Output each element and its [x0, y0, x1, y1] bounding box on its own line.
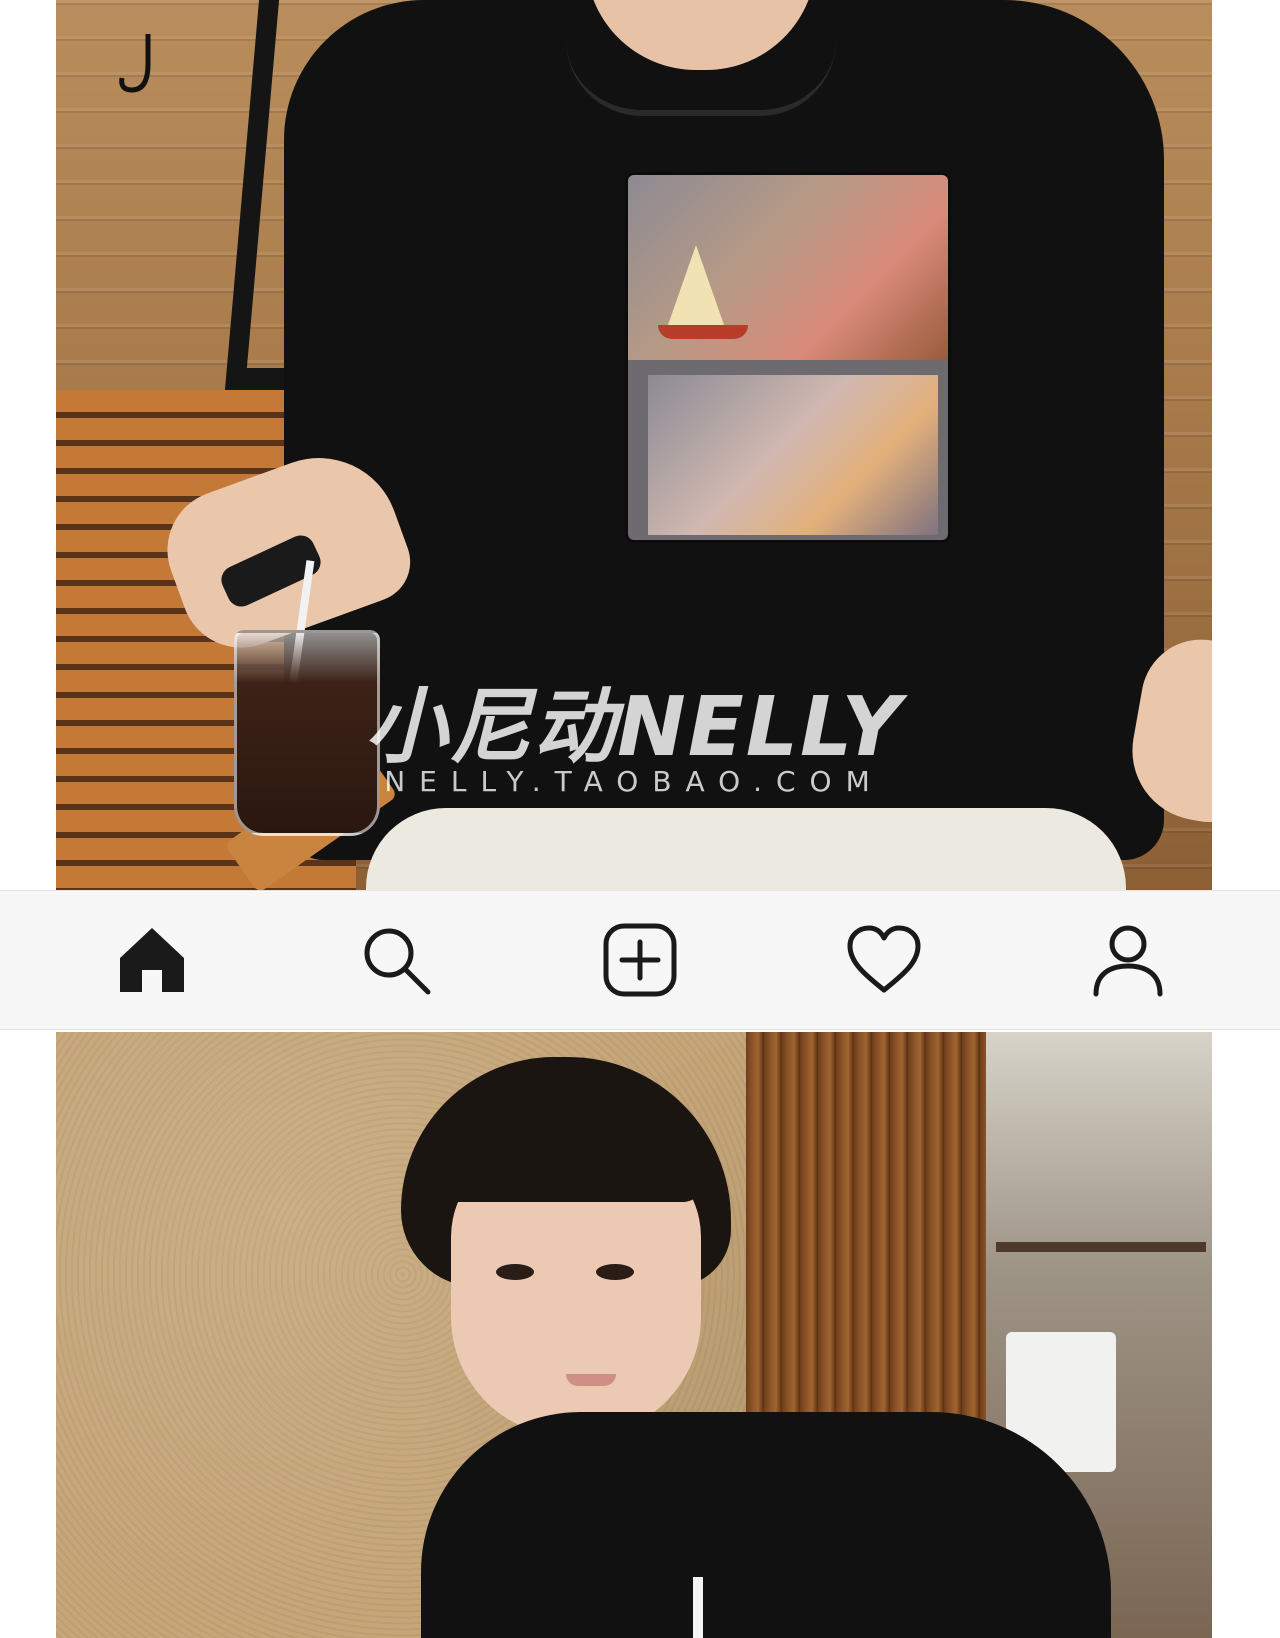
nav-activity-button[interactable]	[838, 914, 930, 1006]
nav-profile-button[interactable]	[1082, 914, 1174, 1006]
profile-icon	[1093, 925, 1163, 997]
umbrella-pole-base	[228, 368, 288, 390]
top-product-photo: 小尼动NELLY NELLY.TAOBAO.COM	[56, 0, 1212, 890]
nav-search-button[interactable]	[350, 914, 442, 1006]
model-mouth	[566, 1374, 616, 1386]
search-icon	[364, 928, 431, 995]
nav-home-button[interactable]	[106, 914, 198, 1006]
watermark-url: NELLY.TAOBAO.COM	[384, 765, 884, 798]
black-tshirt	[421, 1412, 1111, 1638]
sailboat-hull	[658, 325, 748, 339]
model-left-eye	[496, 1264, 534, 1280]
drinking-straw	[693, 1577, 703, 1638]
add-square-icon	[603, 923, 677, 997]
tshirt-collar	[566, 40, 836, 116]
artwork-panel-bottom	[648, 375, 938, 535]
nav-create-button[interactable]	[594, 914, 686, 1006]
white-pants	[366, 808, 1126, 890]
model-fringe	[436, 1107, 706, 1202]
tshirt-print-artwork	[628, 175, 948, 540]
sailboat-sail	[668, 245, 724, 325]
artwork-panel-top	[628, 175, 948, 360]
bottom-product-photo	[56, 1032, 1212, 1638]
shop-shelf	[996, 1242, 1206, 1252]
home-icon	[120, 928, 184, 992]
hook-icon	[119, 34, 151, 93]
model-right-eye	[596, 1264, 634, 1280]
watermark-logo: 小尼动NELLY	[365, 680, 903, 775]
bottom-navigation-bar	[0, 890, 1280, 1030]
heart-icon	[847, 925, 921, 993]
